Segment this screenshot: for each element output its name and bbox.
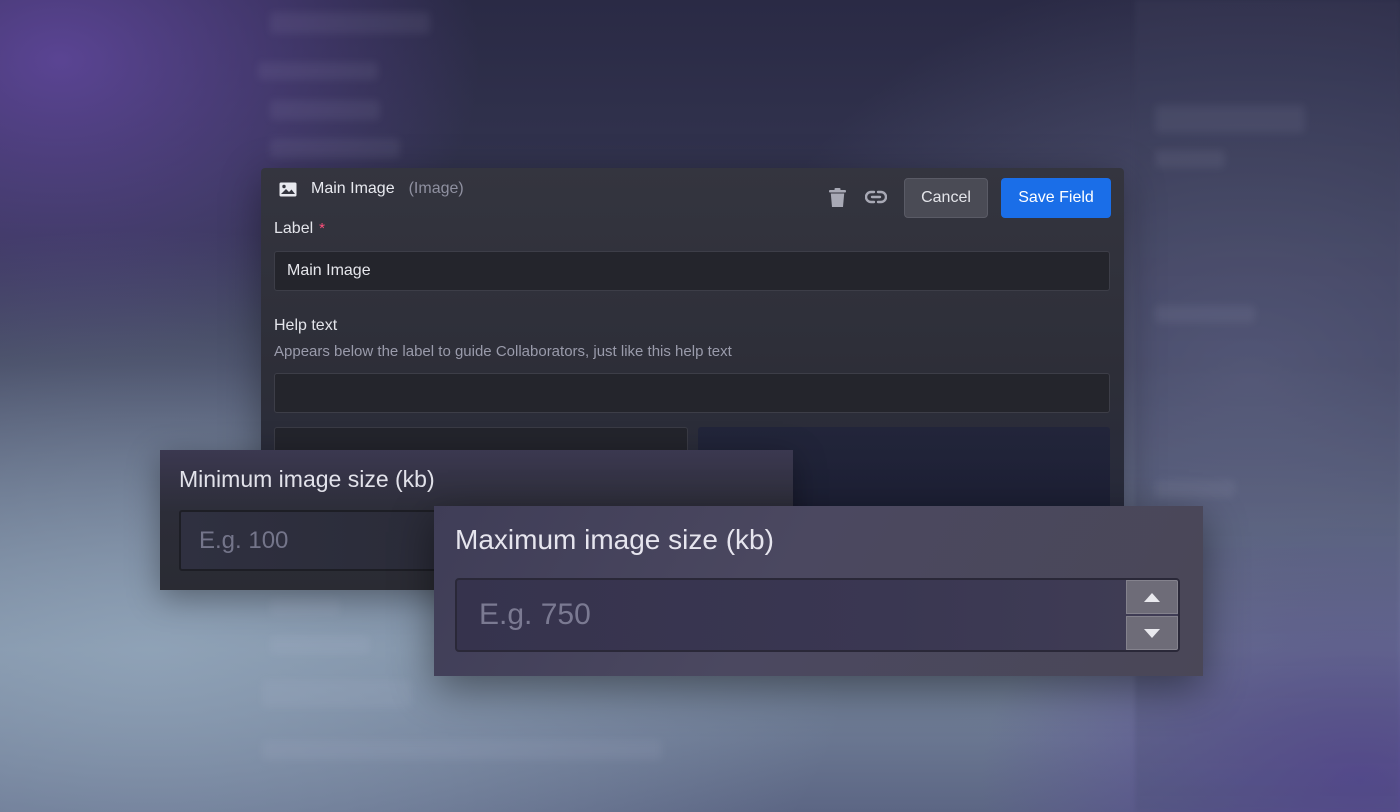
decrement-button[interactable] xyxy=(1126,616,1178,650)
link-icon[interactable] xyxy=(865,189,887,205)
max-image-size-input[interactable]: E.g. 750 xyxy=(455,578,1180,652)
image-icon xyxy=(279,182,297,196)
modal-header: Main Image (Image) xyxy=(279,178,464,200)
label-field-text: Label xyxy=(274,220,314,237)
background-heading xyxy=(1155,105,1305,133)
background-footer xyxy=(262,740,662,760)
field-type-hint: (Image) xyxy=(408,180,464,197)
max-image-size-placeholder: E.g. 750 xyxy=(479,598,591,631)
background-item xyxy=(270,598,340,616)
min-image-size-label: Minimum image size (kb) xyxy=(179,466,435,492)
max-image-size-label: Maximum image size (kb) xyxy=(455,524,774,555)
background-heading xyxy=(258,62,378,80)
background-item xyxy=(270,636,370,654)
help-text-input[interactable] xyxy=(274,373,1110,413)
cancel-button[interactable]: Cancel xyxy=(904,178,988,218)
caret-down-icon xyxy=(1144,628,1160,638)
help-text-label: Help text xyxy=(274,317,338,334)
help-text-description: Appears below the label to guide Collabo… xyxy=(274,343,732,360)
trash-icon[interactable] xyxy=(829,188,846,207)
required-marker: * xyxy=(319,220,325,237)
save-field-button[interactable]: Save Field xyxy=(1001,178,1111,218)
label-input[interactable]: Main Image xyxy=(274,251,1110,291)
field-title: Main Image xyxy=(311,180,395,197)
increment-button[interactable] xyxy=(1126,580,1178,614)
background-item xyxy=(270,12,430,34)
background-item xyxy=(262,680,412,708)
background-item xyxy=(1155,305,1255,323)
caret-up-icon xyxy=(1144,592,1160,602)
label-field-label: Label * xyxy=(274,220,325,238)
background-item xyxy=(1155,480,1235,498)
background-item xyxy=(270,100,380,120)
background-item xyxy=(1155,150,1225,168)
max-image-size-callout: Maximum image size (kb) E.g. 750 xyxy=(434,506,1203,676)
background-item xyxy=(270,138,400,158)
